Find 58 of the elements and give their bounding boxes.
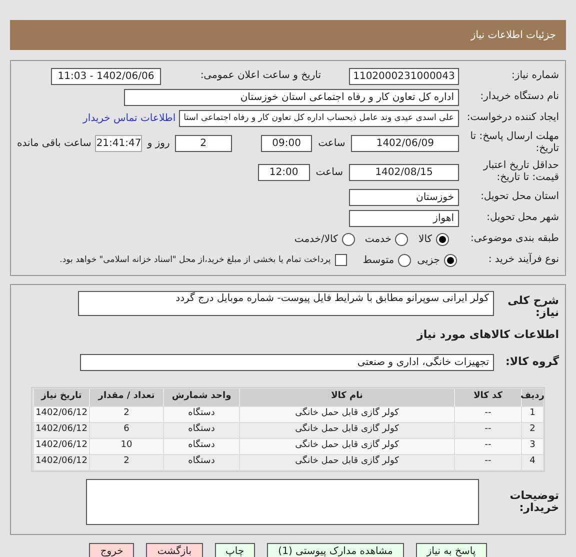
action-button[interactable]: بازگشت: [146, 542, 202, 557]
radio-label: خدمت: [364, 232, 392, 246]
radio-button[interactable]: [436, 232, 449, 246]
text-field[interactable]: اهواز: [349, 210, 459, 226]
table-cell: --: [454, 454, 521, 470]
text-field[interactable]: خوزستان: [349, 188, 459, 206]
checkbox[interactable]: [334, 254, 347, 266]
text-field[interactable]: 21:41:47: [95, 134, 142, 152]
field-label: شرح کلی نیاز:: [506, 295, 559, 319]
action-button[interactable]: مشاهده مدارک پیوستی (1): [267, 542, 404, 557]
table-cell: 4: [521, 454, 543, 470]
action-button[interactable]: پاسخ به نیاز: [416, 542, 487, 557]
text-field[interactable]: 1402/06/06 - 11:03: [51, 68, 161, 84]
checkbox-label: پرداخت تمام یا بخشی از مبلغ خرید،از محل "اسناد خزانه اسلامی" خواهد بود.: [60, 254, 331, 266]
field-label: طبقه بندی موضوعی:: [470, 233, 559, 245]
description-box: کولر ایرانی سوپرانو مطابق با شرایط فایل پیوست- شماره موبایل درج گردد: [78, 291, 494, 316]
field-label: گروه کالا:: [504, 356, 559, 368]
field-label: نام دستگاه خریدار:: [479, 91, 559, 103]
field-label: ساعت: [316, 166, 343, 180]
field-label: ایجاد کننده درخواست:: [466, 112, 559, 124]
field-label: ساعت باقی مانده: [17, 136, 92, 150]
field-label: مهلت ارسال پاسخ: تا تاریخ:: [469, 131, 559, 155]
text-field[interactable]: اداره کل تعاون کار و رفاه اجتماعی استان خوزستان: [124, 88, 459, 106]
field-label: استان محل تحویل:: [480, 191, 559, 203]
field-label: شماره نیاز:: [510, 70, 559, 82]
radio-button[interactable]: [342, 232, 355, 246]
table-cell: 1402/06/12: [33, 454, 89, 470]
radio-button[interactable]: [398, 254, 412, 266]
table-cell: 2: [89, 454, 163, 470]
table-cell: دستگاه: [163, 454, 239, 470]
page-header: جزئیات اطلاعات نیاز: [10, 20, 566, 50]
text-field[interactable]: 1402/06/09: [351, 134, 459, 152]
field-label: حداقل تاریخ اعتبار قیمت: تا تاریخ:: [482, 160, 559, 184]
radio-label: کالا/خدمت: [294, 232, 338, 246]
field-label: تاریخ و ساعت اعلان عمومی:: [199, 70, 321, 82]
text-field[interactable]: تجهیزات خانگی، اداری و صنعتی: [80, 354, 494, 370]
notes-field[interactable]: [86, 478, 479, 524]
table-cell: کولر گازی قابل حمل خانگی: [239, 454, 454, 470]
radio-button[interactable]: [444, 254, 457, 266]
action-button[interactable]: خروج: [89, 542, 134, 557]
text-field[interactable]: 1402/08/15: [349, 164, 459, 180]
text-field[interactable]: 1102000231000043: [349, 68, 459, 84]
field-label: توضیحات خریدار:: [508, 490, 559, 514]
section-heading: اطلاعات کالاهای مورد نیاز: [416, 327, 559, 343]
text-field[interactable]: 2: [174, 134, 232, 152]
field-label: روز و: [147, 136, 170, 150]
field-label: ساعت: [318, 136, 346, 150]
radio-label: متوسط: [362, 254, 394, 268]
text-field[interactable]: علی اسدی عیدی وند عامل ذیحساب اداره کل تعاون کار و رفاه اجتماعی استا: [178, 110, 459, 126]
action-button[interactable]: چاپ: [214, 542, 256, 557]
field-label: شهر محل تحویل:: [486, 212, 559, 224]
contact-link[interactable]: اطلاعات تماس خریدار: [83, 110, 176, 126]
text-field[interactable]: 09:00: [261, 134, 312, 152]
field-label: نوع فرآیند خرید :: [487, 254, 559, 266]
radio-button[interactable]: [395, 232, 408, 246]
text-field[interactable]: 12:00: [258, 164, 310, 180]
radio-label: جزیی: [417, 254, 440, 268]
radio-label: کالا: [418, 232, 432, 246]
